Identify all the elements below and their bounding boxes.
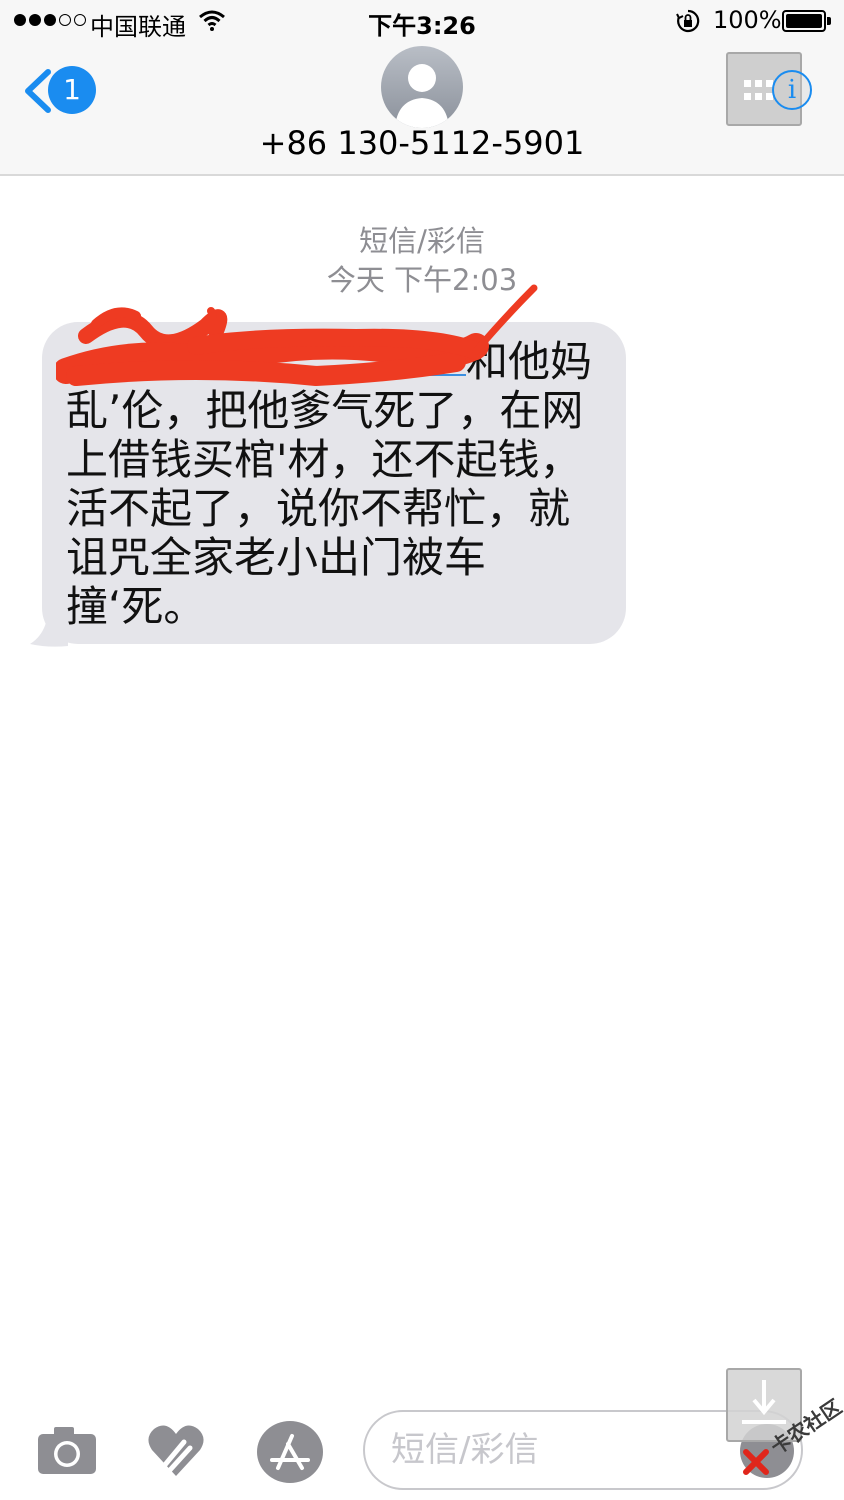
conversation-header: 1 +86 130-5112-5901 i: [0, 44, 844, 176]
battery-percentage: 100%: [713, 6, 782, 34]
unread-count-badge: 1: [48, 66, 96, 114]
message-timestamp: 今天 下午2:03: [326, 263, 518, 297]
rotation-lock-icon: [676, 9, 700, 33]
bubble-tail: [30, 612, 68, 647]
digital-touch-icon[interactable]: [146, 1420, 206, 1480]
message-text: 和他妈 乱’伦，把他爹气死了，在网 上借钱买棺'材，还不起钱， 活不起了，说你不…: [66, 336, 626, 631]
battery-icon: [782, 10, 832, 32]
info-icon: i: [772, 70, 812, 110]
contact-number[interactable]: +86 130-5112-5901: [0, 124, 844, 162]
app-store-icon[interactable]: [256, 1420, 324, 1484]
messages-screen: 中国联通 下午3:26 100% 1 +86 130-5112-5901 i 短…: [0, 0, 844, 1500]
person-silhouette-icon: [395, 64, 449, 128]
message-body: 和他妈 乱’伦，把他爹气死了，在网 上借钱买棺'材，还不起钱， 活不起了，说你不…: [66, 337, 593, 631]
contact-avatar[interactable]: [381, 46, 463, 128]
status-bar: 中国联通 下午3:26 100%: [0, 0, 844, 44]
details-button[interactable]: i: [726, 52, 812, 126]
redacted-link: [66, 336, 466, 376]
camera-icon[interactable]: [36, 1424, 98, 1476]
watermark-logo-icon: [743, 1449, 769, 1475]
back-button[interactable]: 1: [22, 66, 102, 118]
conversation-type-label: 短信/彩信: [359, 224, 485, 258]
